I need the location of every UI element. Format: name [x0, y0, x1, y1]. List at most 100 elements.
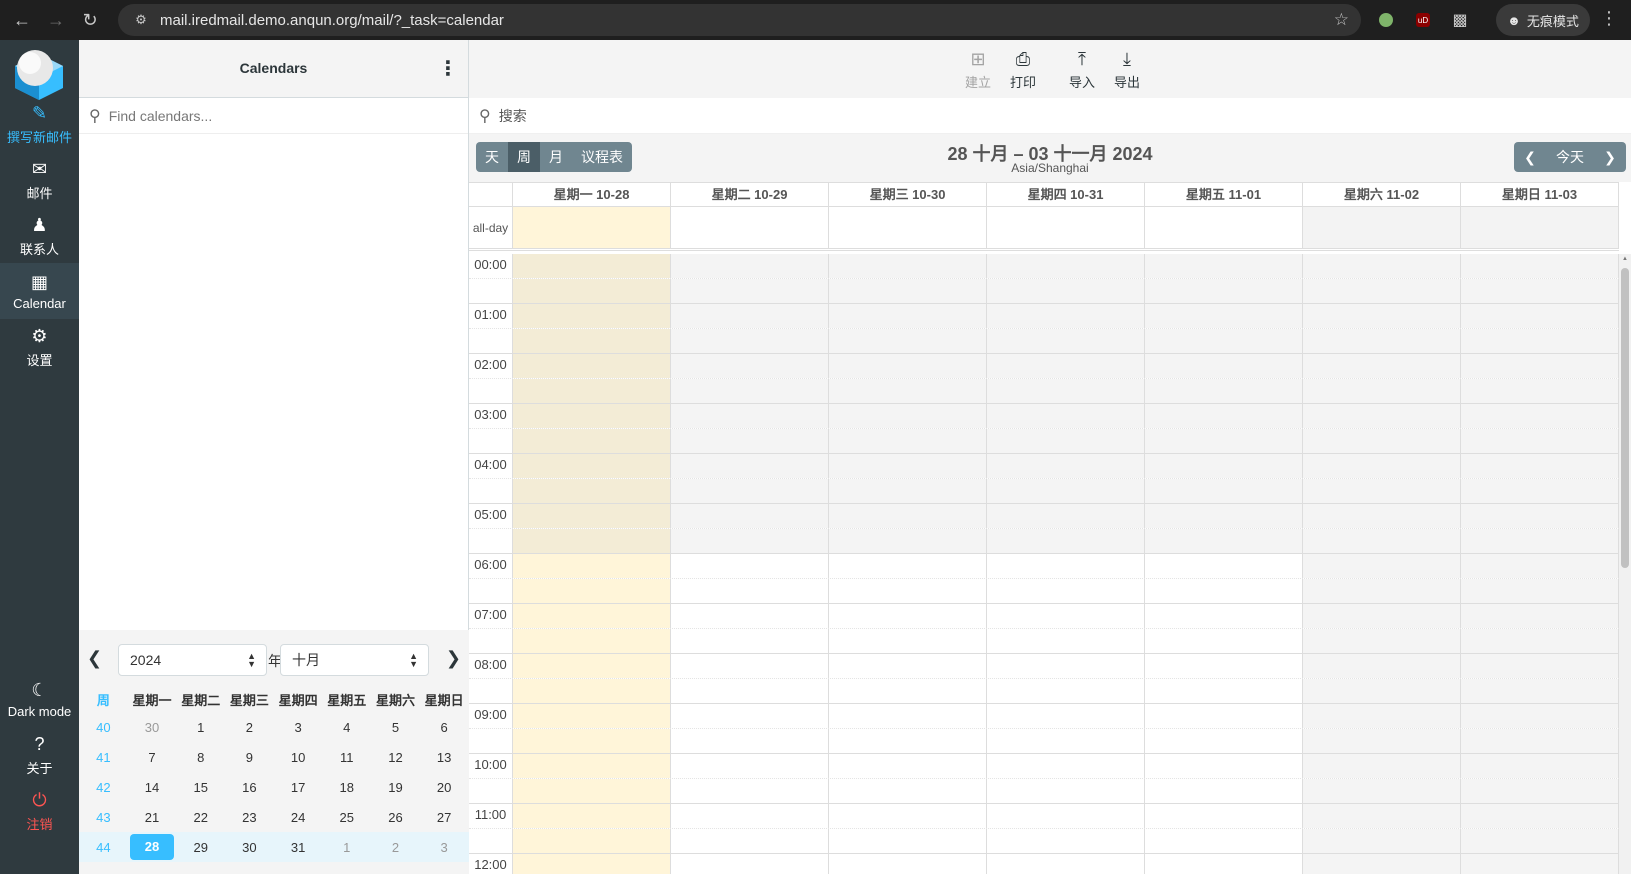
time-slot-cell[interactable] [1303, 779, 1461, 803]
day-cell[interactable]: 20 [420, 780, 469, 795]
day-cell[interactable]: 3 [420, 840, 469, 855]
day-cell[interactable]: 25 [322, 810, 371, 825]
time-slot-cell[interactable] [1145, 704, 1303, 728]
time-slot-cell[interactable] [829, 329, 987, 353]
all-day-cell[interactable] [1145, 207, 1303, 248]
time-slot-cell[interactable] [1461, 829, 1619, 853]
about-button[interactable]: ? 关于 [0, 727, 79, 783]
time-slot-cell[interactable] [829, 304, 987, 328]
time-slot-cell[interactable] [1303, 629, 1461, 653]
day-header[interactable]: 星期一 10-28 [513, 183, 671, 206]
ublock-extension-icon[interactable]: uD [1413, 10, 1433, 30]
time-slot-cell[interactable] [829, 529, 987, 553]
time-slot-cell[interactable] [671, 379, 829, 403]
export-button[interactable]: ⤓ 导出 [1104, 48, 1150, 91]
time-slot-cell[interactable] [1303, 379, 1461, 403]
time-slot-cell[interactable] [1303, 479, 1461, 503]
time-slot-cell[interactable] [987, 554, 1145, 578]
day-cell[interactable]: 24 [274, 810, 323, 825]
time-slot-cell[interactable] [513, 429, 671, 453]
incognito-indicator[interactable]: ☻ 无痕模式 [1496, 4, 1590, 36]
time-slot-cell[interactable] [987, 354, 1145, 378]
time-slot-cell[interactable] [513, 629, 671, 653]
time-slot-cell[interactable] [829, 679, 987, 703]
prev-month-icon[interactable]: ❮ [87, 648, 102, 669]
day-cell[interactable]: 11 [322, 750, 371, 765]
time-slot-cell[interactable] [671, 829, 829, 853]
day-header[interactable]: 星期日 11-03 [1461, 183, 1619, 206]
time-slot-cell[interactable] [1461, 679, 1619, 703]
site-info-icon[interactable]: ⚙ [132, 11, 150, 29]
time-slot-cell[interactable] [829, 754, 987, 778]
time-slot-cell[interactable] [987, 829, 1145, 853]
day-cell[interactable]: 27 [420, 810, 469, 825]
next-week-icon[interactable]: ❯ [1594, 142, 1626, 172]
all-day-cell[interactable] [829, 207, 987, 248]
time-slot-cell[interactable] [513, 704, 671, 728]
day-cell[interactable]: 13 [420, 750, 469, 765]
time-slot-cell[interactable] [829, 729, 987, 753]
all-day-cell[interactable] [987, 207, 1145, 248]
time-slot-cell[interactable] [1145, 304, 1303, 328]
day-cell[interactable]: 1 [176, 720, 225, 735]
week-number[interactable]: 40 [79, 720, 128, 735]
time-slot-cell[interactable] [829, 454, 987, 478]
time-slot-cell[interactable] [671, 429, 829, 453]
day-cell[interactable]: 16 [225, 780, 274, 795]
time-slot-cell[interactable] [1145, 354, 1303, 378]
day-cell[interactable]: 1 [322, 840, 371, 855]
time-slot-cell[interactable] [1461, 404, 1619, 428]
time-slot-cell[interactable] [1461, 729, 1619, 753]
time-slot-cell[interactable] [513, 379, 671, 403]
day-header[interactable]: 星期六 11-02 [1303, 183, 1461, 206]
time-slot-cell[interactable] [671, 754, 829, 778]
extensions-puzzle-icon[interactable]: ▩ [1450, 10, 1470, 30]
time-slot-cell[interactable] [1303, 329, 1461, 353]
time-slot-cell[interactable] [671, 479, 829, 503]
address-bar[interactable]: ⚙ mail.iredmail.demo.anqun.org/mail/?_ta… [118, 4, 1361, 36]
day-cell[interactable]: 18 [322, 780, 371, 795]
time-slot-cell[interactable] [829, 779, 987, 803]
time-slot-cell[interactable] [1145, 504, 1303, 528]
day-cell[interactable]: 26 [371, 810, 420, 825]
time-slot-cell[interactable] [513, 504, 671, 528]
day-cell[interactable]: 5 [371, 720, 420, 735]
time-slot-cell[interactable] [671, 354, 829, 378]
time-slot-cell[interactable] [671, 504, 829, 528]
time-slot-cell[interactable] [1145, 554, 1303, 578]
time-slot-cell[interactable] [513, 279, 671, 303]
day-cell[interactable]: 30 [128, 720, 177, 735]
time-slot-cell[interactable] [513, 779, 671, 803]
time-slot-cell[interactable] [1303, 729, 1461, 753]
time-slot-cell[interactable] [671, 729, 829, 753]
time-slot-cell[interactable] [1145, 854, 1303, 874]
time-slot-cell[interactable] [829, 804, 987, 828]
time-slot-cell[interactable] [987, 529, 1145, 553]
time-slot-cell[interactable] [1461, 704, 1619, 728]
reload-icon[interactable]: ↻ [78, 8, 102, 32]
time-slot-cell[interactable] [513, 529, 671, 553]
day-cell[interactable]: 15 [176, 780, 225, 795]
time-slot-cell[interactable] [1303, 529, 1461, 553]
time-slot-cell[interactable] [987, 254, 1145, 278]
time-slot-cell[interactable] [671, 304, 829, 328]
time-slot-cell[interactable] [987, 604, 1145, 628]
time-slot-cell[interactable] [671, 279, 829, 303]
time-slot-cell[interactable] [671, 704, 829, 728]
time-slot-cell[interactable] [987, 654, 1145, 678]
time-slot-cell[interactable] [1461, 354, 1619, 378]
time-slot-cell[interactable] [1145, 529, 1303, 553]
all-day-cell[interactable] [1303, 207, 1461, 248]
all-day-cell[interactable] [671, 207, 829, 248]
day-cell[interactable]: 2 [225, 720, 274, 735]
mail-button[interactable]: ✉ 邮件 [0, 152, 79, 208]
time-slot-cell[interactable] [1303, 504, 1461, 528]
time-slot-cell[interactable] [671, 529, 829, 553]
forward-icon[interactable]: → [44, 8, 68, 32]
time-slot-cell[interactable] [1303, 279, 1461, 303]
time-slot-cell[interactable] [829, 429, 987, 453]
time-slot-cell[interactable] [987, 504, 1145, 528]
time-slot-cell[interactable] [987, 479, 1145, 503]
dark-mode-button[interactable]: ☾ Dark mode [0, 671, 79, 727]
time-slot-cell[interactable] [513, 854, 671, 874]
